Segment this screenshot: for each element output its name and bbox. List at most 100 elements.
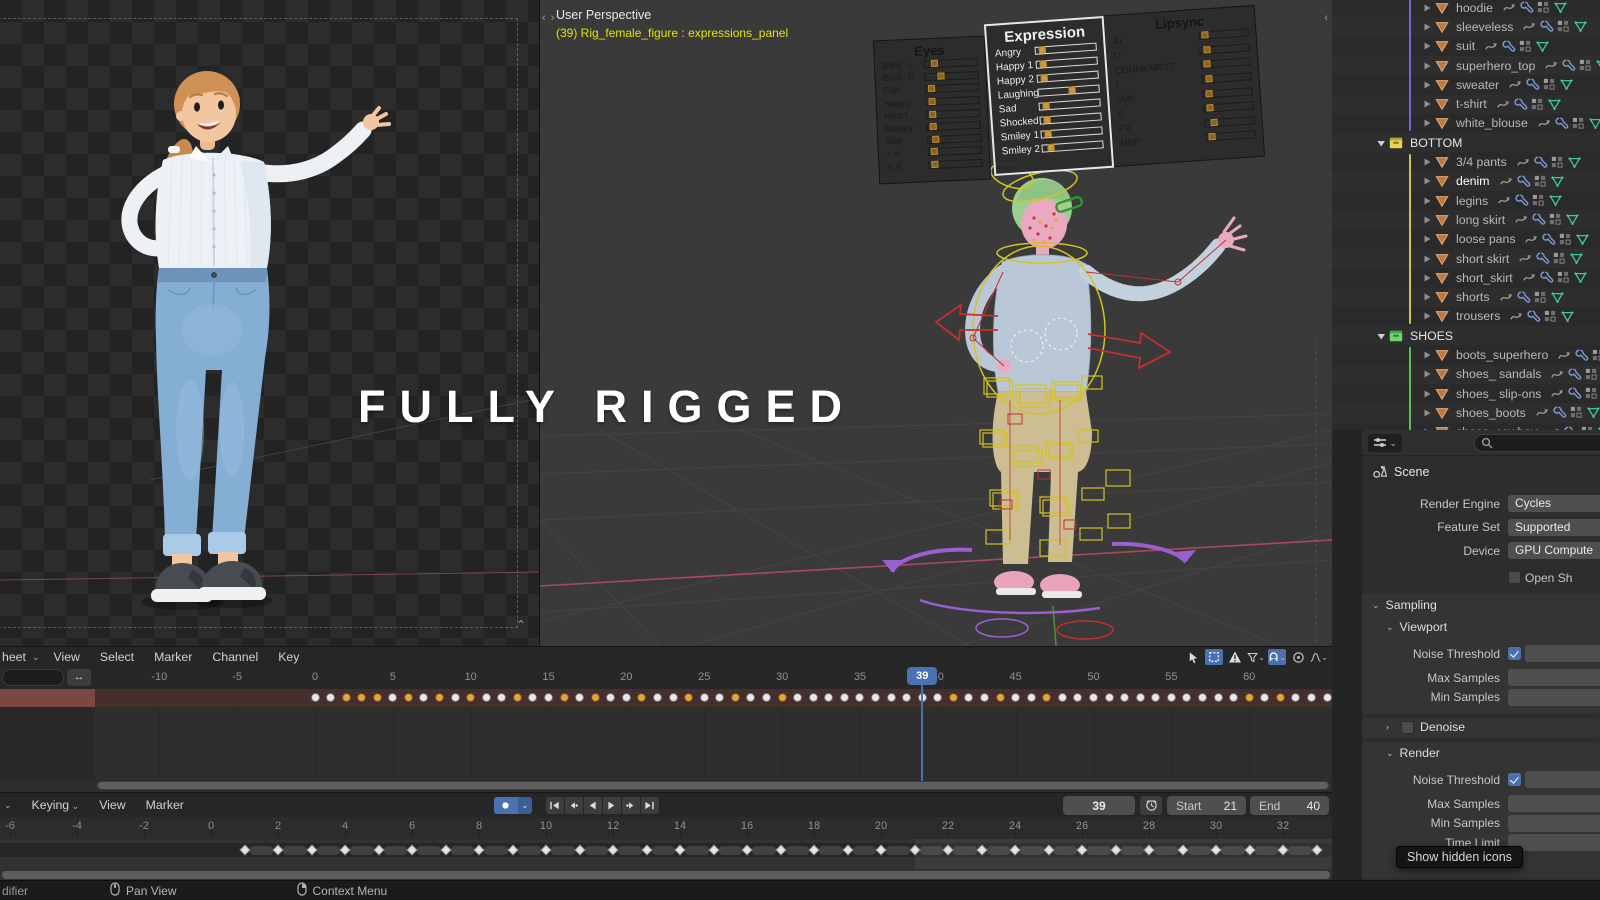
object-label[interactable]: shoes_boots bbox=[1456, 406, 1526, 420]
keyframe-dot[interactable] bbox=[591, 693, 600, 702]
driver-icon[interactable] bbox=[1499, 174, 1514, 189]
use-preview-range-button[interactable] bbox=[1140, 796, 1162, 815]
timeline-ruler[interactable]: -6-4-202468101214161820222426283032 bbox=[0, 817, 1332, 839]
expand-arrow-icon[interactable] bbox=[1374, 329, 1388, 343]
timeline-keyframe-diamond[interactable] bbox=[473, 844, 484, 855]
expand-arrow-icon[interactable] bbox=[1420, 213, 1434, 227]
editor-type-dropdown[interactable]: heet ⌄ bbox=[0, 650, 43, 664]
expand-channels-button[interactable]: ↔ bbox=[67, 669, 91, 686]
mesh-data-icon[interactable] bbox=[1550, 174, 1565, 189]
dope-sheet-grid[interactable] bbox=[95, 707, 1332, 781]
keyframe-dot[interactable] bbox=[715, 693, 724, 702]
object-label[interactable]: denim bbox=[1456, 174, 1490, 188]
modifier-wrench-icon[interactable] bbox=[1519, 0, 1534, 15]
keyframe-dot[interactable] bbox=[1276, 693, 1285, 702]
keyframe-dot[interactable] bbox=[684, 693, 693, 702]
menu-channel[interactable]: Channel bbox=[202, 650, 268, 664]
expand-arrow-icon[interactable] bbox=[1420, 174, 1434, 188]
keyframe-dot[interactable] bbox=[637, 693, 646, 702]
play-button[interactable] bbox=[603, 797, 621, 814]
timeline-keyframe-diamond[interactable] bbox=[406, 844, 417, 855]
search-input[interactable] bbox=[1474, 434, 1600, 452]
outliner-object-row[interactable]: shoes_cowboy bbox=[1332, 423, 1600, 430]
next-keyframe-button[interactable] bbox=[622, 797, 640, 814]
editor-type-button[interactable]: ⌄ bbox=[1368, 434, 1402, 452]
mesh-data-icon[interactable] bbox=[1565, 212, 1580, 227]
modifier-stack-icon[interactable] bbox=[1536, 0, 1551, 15]
shapekey-slider-handle[interactable] bbox=[1206, 75, 1213, 82]
shapekey-slider[interactable] bbox=[924, 58, 978, 68]
menu-select[interactable]: Select bbox=[90, 650, 144, 664]
keyframe-dot[interactable] bbox=[746, 693, 755, 702]
modifier-wrench-icon[interactable] bbox=[1561, 58, 1576, 73]
object-label[interactable]: short skirt bbox=[1456, 252, 1509, 266]
value-field[interactable] bbox=[1508, 815, 1600, 832]
shapekey-slider-handle[interactable] bbox=[1040, 60, 1047, 67]
expand-arrow-icon[interactable] bbox=[1420, 97, 1434, 111]
shapekey-slider-handle[interactable] bbox=[1068, 86, 1075, 93]
keyframe-dot[interactable] bbox=[824, 693, 833, 702]
driver-icon[interactable] bbox=[1518, 251, 1533, 266]
mesh-data-icon[interactable] bbox=[1575, 232, 1590, 247]
driver-icon[interactable] bbox=[1514, 212, 1529, 227]
keyframe-dot[interactable] bbox=[1073, 693, 1082, 702]
shapekey-slider[interactable] bbox=[927, 121, 981, 131]
modifier-wrench-icon[interactable] bbox=[1535, 251, 1550, 266]
modifier-stack-icon[interactable] bbox=[1556, 19, 1571, 34]
object-label[interactable]: white_blouse bbox=[1456, 116, 1528, 130]
keyframe-dot[interactable] bbox=[964, 693, 973, 702]
shapekey-slider[interactable] bbox=[1199, 43, 1249, 54]
shapekey-slider[interactable] bbox=[928, 146, 982, 156]
keyframe-dot[interactable] bbox=[1307, 693, 1316, 702]
shapekey-slider[interactable] bbox=[1040, 126, 1102, 138]
keyframe-dot[interactable] bbox=[996, 693, 1005, 702]
shapekey-slider[interactable] bbox=[1035, 43, 1097, 55]
outliner-collection-row[interactable]: BOTTOM bbox=[1332, 133, 1600, 152]
mesh-data-icon[interactable] bbox=[1569, 251, 1584, 266]
mesh-data-icon[interactable] bbox=[1567, 155, 1582, 170]
expand-arrow-icon[interactable] bbox=[1420, 116, 1434, 130]
keyframe-dot[interactable] bbox=[373, 693, 382, 702]
dope-sheet-ruler[interactable]: -10-5051015202530354045505560 bbox=[0, 667, 1332, 689]
viewport-3d[interactable]: ‹ › ‹ User Perspective (39) Rig_female_f… bbox=[540, 0, 1332, 646]
outliner-object-row[interactable]: short skirt bbox=[1332, 249, 1600, 268]
section-header[interactable]: ⌄Render bbox=[1386, 746, 1440, 760]
shapekey-slider[interactable] bbox=[1036, 70, 1098, 82]
breadcrumb-label[interactable]: Scene bbox=[1394, 465, 1429, 479]
keyframe-dot[interactable] bbox=[451, 693, 460, 702]
keyframe-dot[interactable] bbox=[575, 693, 584, 702]
shapekey-slider[interactable] bbox=[925, 96, 979, 106]
shapekey-slider[interactable] bbox=[1037, 84, 1099, 96]
modifier-stack-icon[interactable] bbox=[1550, 155, 1565, 170]
timeline-keyframe-diamond[interactable] bbox=[607, 844, 618, 855]
shapekey-slider[interactable] bbox=[1038, 98, 1100, 110]
open-shading-checkbox[interactable] bbox=[1508, 571, 1521, 584]
expand-arrow-icon[interactable] bbox=[1374, 136, 1388, 150]
keyframe-dot[interactable] bbox=[311, 693, 320, 702]
shapekey-slider-handle[interactable] bbox=[931, 161, 938, 168]
driver-icon[interactable] bbox=[1550, 386, 1565, 401]
modifier-stack-icon[interactable] bbox=[1591, 348, 1600, 363]
mesh-data-icon[interactable] bbox=[1547, 97, 1562, 112]
section-header[interactable]: ⌄Sampling bbox=[1372, 598, 1437, 612]
shapekey-slider-handle[interactable] bbox=[929, 111, 936, 118]
expand-arrow-icon[interactable] bbox=[1420, 290, 1434, 304]
driver-icon[interactable] bbox=[1522, 19, 1537, 34]
keyframe-dot[interactable] bbox=[388, 693, 397, 702]
modifier-wrench-icon[interactable] bbox=[1541, 232, 1556, 247]
timeline-keyframe-diamond[interactable] bbox=[674, 844, 685, 855]
shapekey-slider-handle[interactable] bbox=[1201, 31, 1208, 38]
modifier-wrench-icon[interactable] bbox=[1567, 386, 1582, 401]
driver-icon[interactable] bbox=[1535, 405, 1550, 420]
shapekey-slider-handle[interactable] bbox=[929, 123, 936, 130]
expand-arrow-icon[interactable] bbox=[1420, 406, 1434, 420]
menu-key[interactable]: Key bbox=[268, 650, 309, 664]
outliner-object-row[interactable]: short_skirt bbox=[1332, 268, 1600, 287]
keyframe-dot[interactable] bbox=[1198, 693, 1207, 702]
modifier-wrench-icon[interactable] bbox=[1539, 270, 1554, 285]
keyframe-dot[interactable] bbox=[1260, 693, 1269, 702]
outliner-object-row[interactable]: denim bbox=[1332, 172, 1600, 191]
summary-keyframes-row[interactable] bbox=[95, 689, 1332, 707]
outliner-object-row[interactable]: hoodie bbox=[1332, 0, 1600, 17]
keyframe-dot[interactable] bbox=[622, 693, 631, 702]
